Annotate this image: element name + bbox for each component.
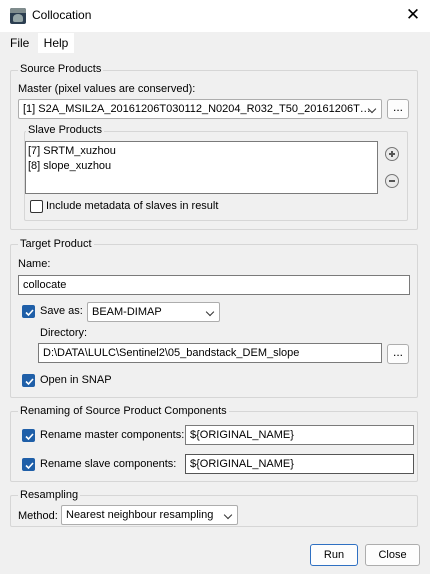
close-button[interactable]: Close [365,544,420,566]
run-button[interactable]: Run [310,544,358,566]
method-label: Method: [18,510,58,522]
snap-app-icon [10,8,26,24]
directory-input[interactable]: D:\DATA\LULC\Sentinel2\05_bandstack_DEM_… [38,343,382,363]
close-window-icon[interactable]: ✕ [400,4,426,26]
master-label: Master (pixel values are conserved): [18,83,196,95]
list-item[interactable]: [8] slope_xuzhou [28,159,375,174]
menu-help[interactable]: Help [38,33,74,53]
save-as-label: Save as: [40,305,83,317]
master-product-select[interactable]: [1] S2A_MSIL2A_20161206T030112_N0204_R03… [18,99,382,119]
minus-circle-icon[interactable] [385,174,399,188]
master-product-value: [1] S2A_MSIL2A_20161206T030112_N0204_R03… [23,103,371,115]
resampling-method-value: Nearest neighbour resampling [66,509,214,521]
chevron-down-icon [223,510,233,520]
open-in-snap-checkbox[interactable] [22,374,35,387]
resampling-heading: Resampling [18,489,81,501]
checkmark-icon [25,309,34,317]
source-products-heading: Source Products [18,63,104,75]
slave-products-list[interactable]: [7] SRTM_xuzhou [8] slope_xuzhou [25,141,378,194]
rename-master-label: Rename master components: [40,429,185,441]
target-product-heading: Target Product [18,238,94,250]
resampling-method-select[interactable]: Nearest neighbour resampling [61,505,238,525]
checkmark-icon [25,462,34,470]
checkmark-icon [25,378,34,386]
menu-file[interactable]: File [10,36,29,50]
directory-label: Directory: [40,327,88,339]
checkmark-icon [25,433,34,441]
chevron-down-icon [205,307,215,317]
renaming-heading: Renaming of Source Product Components [18,405,229,417]
open-in-snap-label: Open in SNAP [40,374,112,386]
master-browse-button[interactable]: ... [387,99,409,119]
name-label: Name: [18,258,51,270]
rename-slave-input[interactable]: ${ORIGINAL_NAME} [185,454,414,474]
save-format-value: BEAM-DIMAP [92,306,162,318]
rename-slave-checkbox[interactable] [22,458,35,471]
rename-master-checkbox[interactable] [22,429,35,442]
save-as-checkbox[interactable] [22,305,35,318]
rename-slave-label: Rename slave components: [40,458,177,470]
include-metadata-checkbox[interactable] [30,200,43,213]
list-item[interactable]: [7] SRTM_xuzhou [28,144,375,159]
save-format-select[interactable]: BEAM-DIMAP [87,302,220,322]
product-name-input[interactable]: collocate [18,275,410,295]
plus-circle-icon[interactable] [385,147,399,161]
window-title: Collocation [32,8,92,22]
slave-products-heading: Slave Products [26,124,104,136]
include-metadata-label: Include metadata of slaves in result [46,200,219,212]
directory-browse-button[interactable]: ... [387,344,409,364]
rename-master-input[interactable]: ${ORIGINAL_NAME} [185,425,414,445]
